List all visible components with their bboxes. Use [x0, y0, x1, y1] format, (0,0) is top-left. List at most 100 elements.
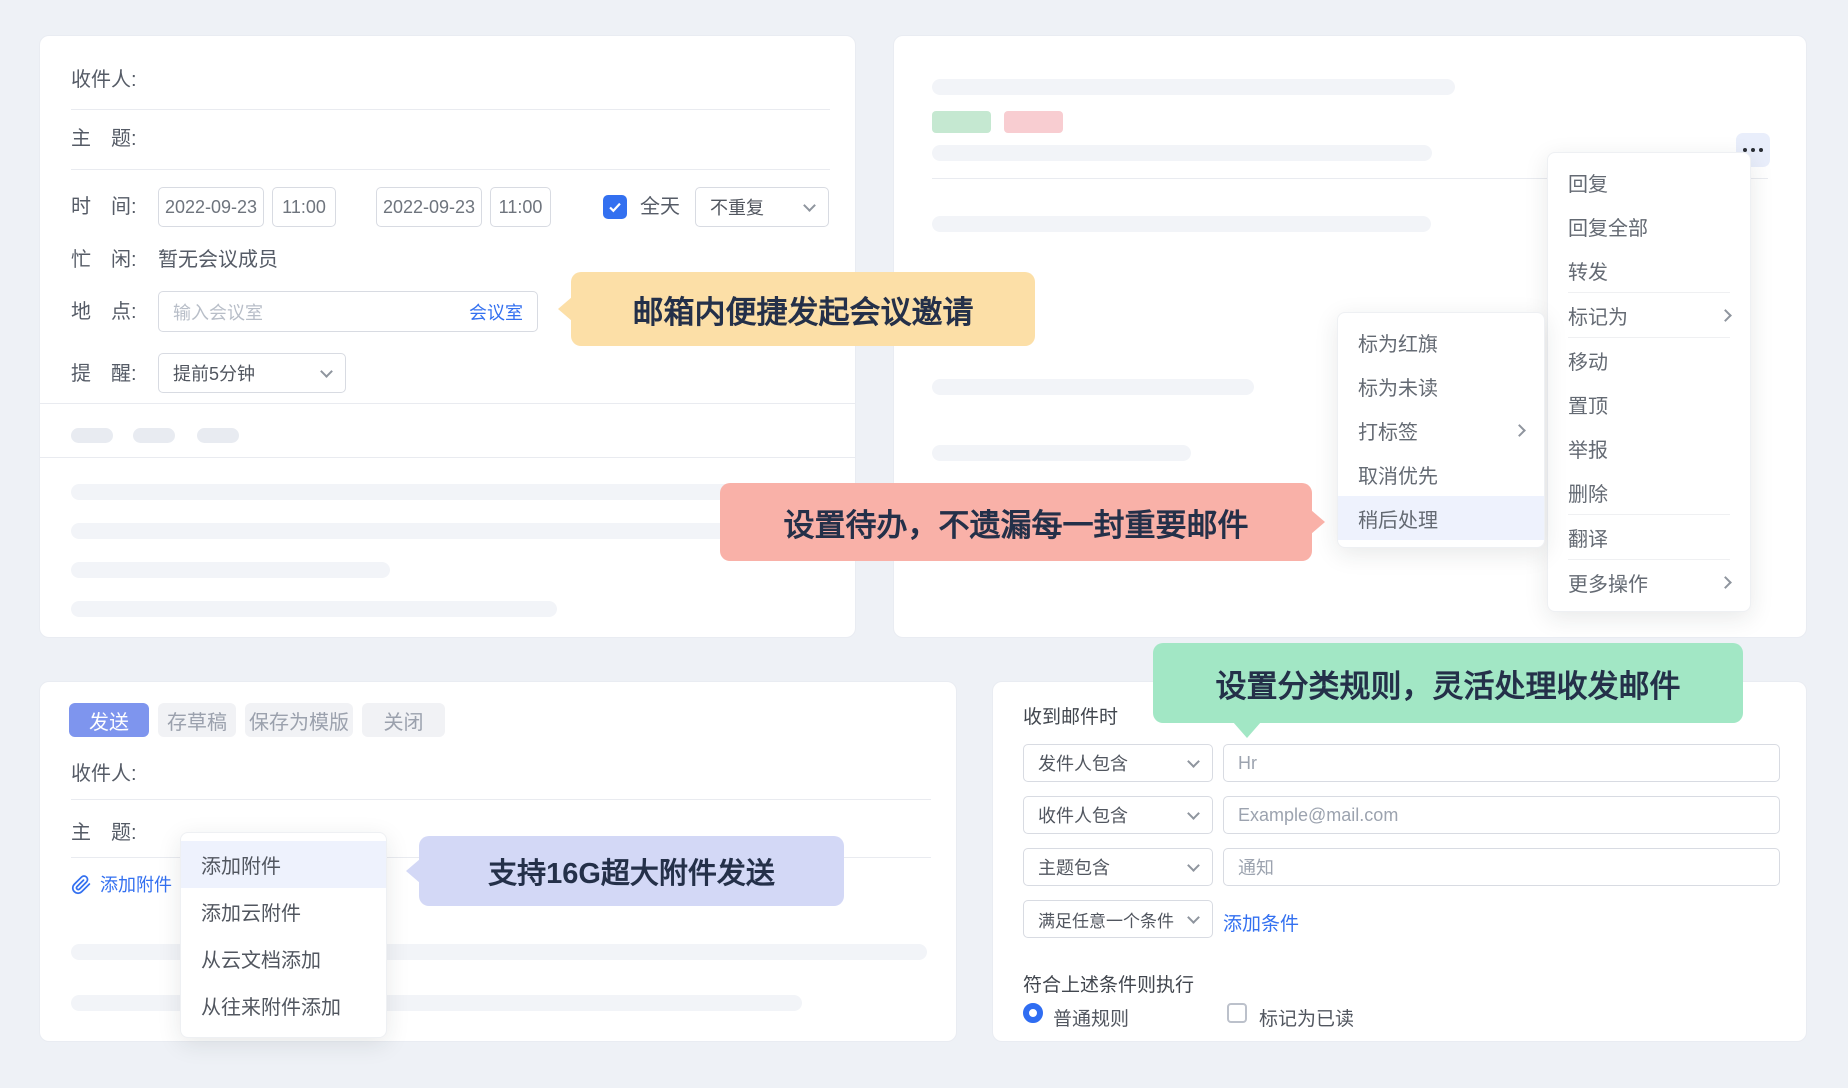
menu-item-label: 回复全部	[1568, 212, 1730, 241]
callout-rules: 设置分类规则，灵活处理收发邮件	[1153, 643, 1743, 723]
skeleton-pill	[71, 428, 113, 443]
skeleton-bar	[71, 523, 756, 539]
subject-label: 主 题:	[71, 819, 137, 847]
menu-item-label: 从往来附件添加	[201, 991, 366, 1020]
send-button[interactable]: 发送	[69, 703, 149, 737]
chevron-right-icon	[1719, 309, 1732, 322]
rules-when-title: 收到邮件时	[1023, 702, 1118, 729]
submenu-item-cancel-priority[interactable]: 取消优先	[1338, 452, 1544, 496]
mark-as-submenu: 标为红旗 标为未读 打标签 取消优先 稍后处理	[1337, 312, 1545, 548]
submenu-item-mark-unread[interactable]: 标为未读	[1338, 364, 1544, 408]
reminder-select[interactable]: 提前5分钟	[158, 353, 346, 393]
rules-panel: 收到邮件时 发件人包含 收件人包含 主题包含 满足任意一个条件 添加条件 符合上…	[992, 681, 1807, 1042]
chevron-right-icon	[1719, 576, 1732, 589]
submenu-item-tag[interactable]: 打标签	[1338, 408, 1544, 452]
menu-item-label: 移动	[1568, 346, 1730, 375]
chevron-down-icon	[1187, 807, 1200, 820]
skeleton-pill	[197, 428, 239, 443]
condition-value-input-2[interactable]	[1223, 796, 1780, 834]
menu-item-label: 标为红旗	[1358, 328, 1524, 357]
chevron-down-icon	[1187, 911, 1200, 924]
end-time-input[interactable]: 11:00	[490, 187, 551, 227]
start-date-input[interactable]: 2022-09-23	[158, 187, 264, 227]
chevron-down-icon	[1187, 859, 1200, 872]
condition-value-input-3[interactable]	[1223, 848, 1780, 886]
condition-field-select-2[interactable]: 收件人包含	[1023, 796, 1213, 834]
mark-read-checkbox[interactable]	[1227, 1003, 1247, 1023]
menu-item-label: 添加附件	[201, 850, 366, 879]
skeleton-bar	[932, 445, 1191, 461]
time-label: 时 间:	[71, 193, 137, 221]
menu-item-label: 稍后处理	[1358, 504, 1524, 533]
reminder-select-value: 提前5分钟	[173, 360, 322, 386]
mail-context-menu: 回复 回复全部 转发 标记为 移动 置顶 举报 删除 翻译 更多操作	[1547, 152, 1751, 612]
divider	[40, 403, 855, 404]
callout-meeting: 邮箱内便捷发起会议邀请	[571, 272, 1035, 346]
normal-rule-radio[interactable]	[1023, 1003, 1043, 1023]
menu-item-delete[interactable]: 删除	[1548, 470, 1750, 514]
skeleton-bar	[71, 601, 557, 617]
repeat-select[interactable]: 不重复	[695, 187, 829, 227]
add-attachment-button[interactable]: 添加附件	[71, 871, 172, 897]
busy-value: 暂无会议成员	[158, 246, 278, 274]
menu-item-forward[interactable]: 转发	[1548, 248, 1750, 292]
callout-left-arrow	[406, 859, 420, 883]
menu-item-label: 打标签	[1358, 416, 1515, 445]
skeleton-bar	[932, 216, 1431, 232]
menu-item-mark-as[interactable]: 标记为	[1548, 293, 1750, 337]
reminder-label: 提 醒:	[71, 360, 137, 388]
menu-item-translate[interactable]: 翻译	[1548, 515, 1750, 559]
attach-menu-item-add-attachment[interactable]: 添加附件	[181, 841, 386, 888]
save-draft-button[interactable]: 存草稿	[158, 703, 236, 737]
paperclip-icon	[71, 874, 92, 895]
add-condition-link[interactable]: 添加条件	[1223, 909, 1299, 936]
skeleton-bar	[932, 79, 1455, 95]
skeleton-pill	[133, 428, 175, 443]
menu-item-label: 更多操作	[1568, 568, 1721, 597]
menu-item-move[interactable]: 移动	[1548, 338, 1750, 382]
callout-down-arrow	[1233, 722, 1261, 738]
menu-item-label: 标为未读	[1358, 372, 1524, 401]
divider	[71, 109, 830, 110]
meeting-room-link[interactable]: 会议室	[469, 299, 523, 325]
menu-item-report[interactable]: 举报	[1548, 426, 1750, 470]
attachment-menu: 添加附件 添加云附件 从云文档添加 从往来附件添加	[180, 832, 387, 1038]
start-time-input[interactable]: 11:00	[272, 187, 336, 227]
condition-field-select-1[interactable]: 发件人包含	[1023, 744, 1213, 782]
green-tag-badge	[932, 111, 991, 133]
menu-item-label: 翻译	[1568, 523, 1730, 552]
menu-item-more-actions[interactable]: 更多操作	[1548, 560, 1750, 604]
all-day-checkbox[interactable]	[603, 195, 627, 219]
save-as-template-button[interactable]: 保存为模版	[245, 703, 353, 737]
chevron-down-icon	[1187, 755, 1200, 768]
menu-item-label: 删除	[1568, 478, 1730, 507]
menu-item-reply-all[interactable]: 回复全部	[1548, 204, 1750, 248]
subject-label: 主 题:	[71, 125, 137, 153]
add-attachment-label: 添加附件	[100, 871, 172, 897]
attach-menu-item-add-cloud-attachment[interactable]: 添加云附件	[181, 888, 386, 935]
menu-item-pin[interactable]: 置顶	[1548, 382, 1750, 426]
callout-right-arrow	[1311, 510, 1325, 534]
end-date-input[interactable]: 2022-09-23	[376, 187, 482, 227]
close-button[interactable]: 关闭	[362, 703, 445, 737]
condition-value-input-1[interactable]	[1223, 744, 1780, 782]
check-icon	[608, 202, 622, 213]
location-placeholder: 输入会议室	[173, 299, 469, 325]
submenu-item-flag[interactable]: 标为红旗	[1338, 320, 1544, 364]
submenu-item-handle-later[interactable]: 稍后处理	[1338, 496, 1544, 540]
attach-menu-item-add-from-cloud-doc[interactable]: 从云文档添加	[181, 935, 386, 982]
menu-item-label: 回复	[1568, 168, 1730, 197]
recipient-label: 收件人:	[71, 760, 137, 788]
menu-item-reply[interactable]: 回复	[1548, 160, 1750, 204]
condition-field-select-3[interactable]: 主题包含	[1023, 848, 1213, 886]
match-mode-select[interactable]: 满足任意一个条件	[1023, 900, 1213, 938]
location-label: 地 点:	[71, 298, 137, 326]
callout-text: 设置分类规则，灵活处理收发邮件	[1216, 661, 1681, 706]
menu-item-label: 标记为	[1568, 301, 1721, 330]
menu-item-label: 置顶	[1568, 390, 1730, 419]
callout-text: 设置待办，不遗漏每一封重要邮件	[784, 500, 1249, 545]
attach-menu-item-add-from-previous[interactable]: 从往来附件添加	[181, 982, 386, 1029]
menu-item-label: 取消优先	[1358, 460, 1524, 489]
divider	[40, 457, 855, 458]
location-input[interactable]: 输入会议室 会议室	[158, 291, 538, 332]
